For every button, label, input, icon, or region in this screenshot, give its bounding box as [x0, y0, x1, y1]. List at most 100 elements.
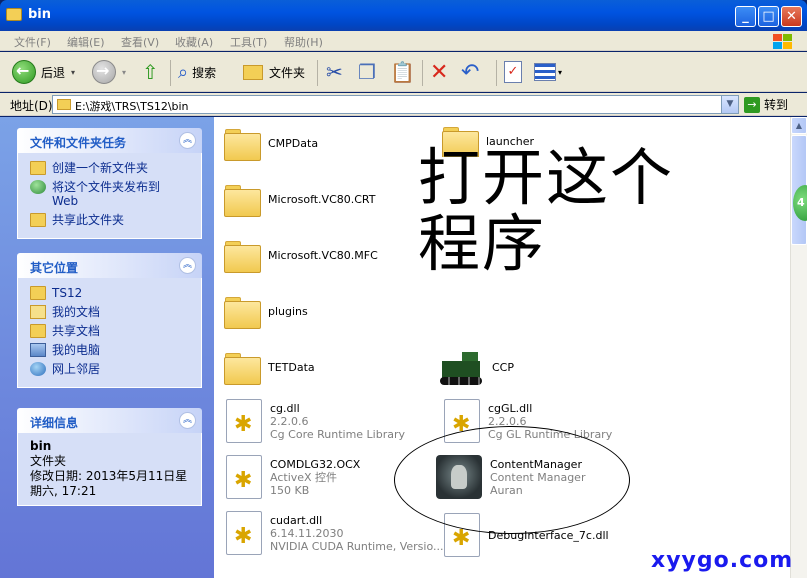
file-description: Cg Core Runtime Library: [270, 427, 406, 441]
file-list: CMPData launcher Microsoft.VC80.CRT Micr…: [214, 117, 790, 578]
file-version: 6.14.11.2030: [270, 526, 344, 540]
search-label: 搜索: [192, 65, 217, 80]
up-arrow-icon: ⇧: [142, 60, 159, 84]
annotation-text: 打开这个 程序: [418, 145, 674, 277]
task-label: 将这个文件夹发布到 Web: [52, 180, 161, 208]
my-documents-icon: [30, 305, 46, 319]
collapse-chevron-icon[interactable]: ︽: [179, 257, 196, 274]
toolbar-divider: [496, 60, 497, 86]
details-panel: 详细信息 ︽ bin 文件夹 修改日期: 2013年5月11日星期六, 17:2…: [17, 408, 202, 506]
folder-icon: [243, 64, 263, 80]
views-button[interactable]: ▾: [534, 58, 562, 86]
place-my-computer[interactable]: 我的电脑: [30, 343, 201, 357]
back-button[interactable]: ← 后退 ▾: [12, 58, 75, 86]
window-title: bin: [28, 7, 52, 22]
menu-favorites[interactable]: 收藏(A): [175, 34, 213, 50]
list-item[interactable]: COMDLG32.OCX ActiveX 控件 150 KB: [226, 455, 360, 499]
list-item[interactable]: Microsoft.VC80.MFC: [224, 239, 378, 273]
close-button[interactable]: ✕: [781, 6, 802, 27]
task-new-folder[interactable]: 创建一个新文件夹: [30, 161, 201, 175]
search-button[interactable]: ⌕ 搜索: [178, 58, 216, 86]
paste-icon: 📋: [390, 60, 415, 84]
task-pane: 文件和文件夹任务 ︽ 创建一个新文件夹 将这个文件夹发布到 Web 共享此文件夹…: [0, 117, 214, 578]
collapse-chevron-icon[interactable]: ︽: [179, 412, 196, 429]
minimize-button[interactable]: _: [735, 6, 756, 27]
menu-bar: 文件(F) 编辑(E) 查看(V) 收藏(A) 工具(T) 帮助(H): [0, 31, 807, 51]
place-my-documents[interactable]: 我的文档: [30, 305, 201, 319]
file-tasks-body: 创建一个新文件夹 将这个文件夹发布到 Web 共享此文件夹: [17, 153, 202, 239]
task-publish-web[interactable]: 将这个文件夹发布到 Web: [30, 180, 201, 208]
chevron-down-icon[interactable]: ▾: [122, 68, 126, 77]
toolbar: ← 后退 ▾ → ▾ ⇧ ⌕ 搜索 文件夹 ✂ ❐ 📋 ✕ ↶ ✓ ▾: [0, 52, 807, 92]
file-tasks-header[interactable]: 文件和文件夹任务 ︽: [17, 128, 202, 153]
scroll-up-button[interactable]: ▲: [791, 117, 807, 134]
list-item[interactable]: plugins: [224, 295, 308, 329]
place-label: 我的文档: [52, 305, 101, 319]
folder-icon: [57, 99, 71, 110]
list-item[interactable]: Microsoft.VC80.CRT: [224, 183, 376, 217]
list-item[interactable]: cg.dll 2.2.0.6 Cg Core Runtime Library: [226, 399, 405, 443]
list-item[interactable]: CCP: [438, 347, 514, 387]
place-ts12[interactable]: TS12: [30, 286, 201, 300]
menu-edit[interactable]: 编辑(E): [67, 34, 105, 50]
train-icon: [438, 347, 484, 387]
up-folder-button[interactable]: ⇧: [142, 58, 159, 86]
menu-help[interactable]: 帮助(H): [284, 34, 323, 50]
network-icon: [30, 362, 46, 376]
go-button[interactable]: → 转到: [744, 95, 788, 114]
place-shared-documents[interactable]: 共享文档: [30, 324, 201, 338]
place-network[interactable]: 网上邻居: [30, 362, 201, 376]
toolbar-divider: [170, 60, 171, 86]
file-tasks-title: 文件和文件夹任务: [30, 136, 127, 150]
file-name: plugins: [268, 304, 308, 318]
place-label: TS12: [52, 286, 83, 300]
computer-icon: [30, 343, 46, 357]
folder-icon: [224, 351, 261, 385]
annotation-line-2: 程序: [418, 207, 547, 280]
dll-file-icon: [226, 399, 262, 443]
other-places-panel: 其它位置 ︽ TS12 我的文档 共享文档 我的电脑 网上邻居: [17, 253, 202, 388]
menu-file[interactable]: 文件(F): [14, 34, 51, 50]
place-label: 我的电脑: [52, 343, 101, 357]
toolbar-divider: [317, 60, 318, 86]
list-item[interactable]: CMPData: [224, 127, 318, 161]
undo-button[interactable]: ↶: [461, 58, 479, 86]
back-label: 后退: [41, 65, 66, 80]
file-description: NVIDIA CUDA Runtime, Versio...: [270, 539, 444, 553]
details-header[interactable]: 详细信息 ︽: [17, 408, 202, 433]
publish-web-icon: [30, 180, 46, 194]
folder-icon: [224, 183, 261, 217]
folders-button[interactable]: 文件夹: [243, 58, 305, 86]
details-body: bin 文件夹 修改日期: 2013年5月11日星期六, 17:21: [17, 433, 202, 506]
shared-documents-icon: [30, 324, 46, 338]
delete-button[interactable]: ✕: [430, 58, 448, 86]
copy-button[interactable]: ❐: [358, 58, 376, 86]
folder-icon: [30, 286, 46, 300]
forward-button[interactable]: → ▾: [92, 58, 126, 86]
properties-button[interactable]: ✓: [504, 58, 522, 86]
other-places-header[interactable]: 其它位置 ︽: [17, 253, 202, 278]
details-type: 文件夹: [30, 454, 67, 468]
maximize-button[interactable]: □: [758, 6, 779, 27]
folder-icon: [224, 127, 261, 161]
chevron-down-icon[interactable]: ▾: [71, 68, 75, 77]
paste-button[interactable]: 📋: [390, 58, 415, 86]
folder-icon: [224, 295, 261, 329]
folder-icon: [6, 8, 22, 21]
menu-view[interactable]: 查看(V): [121, 34, 159, 50]
chevron-down-icon[interactable]: ▾: [558, 68, 562, 77]
collapse-chevron-icon[interactable]: ︽: [179, 132, 196, 149]
task-share-folder[interactable]: 共享此文件夹: [30, 213, 201, 227]
details-modified: 修改日期: 2013年5月11日星期六, 17:21: [30, 469, 188, 498]
address-input[interactable]: E:\游戏\TRS\TS12\bin ▼: [52, 95, 739, 114]
folder-icon: [224, 239, 261, 273]
menu-tools[interactable]: 工具(T): [230, 34, 267, 50]
task-label: 创建一个新文件夹: [52, 161, 149, 175]
cut-button[interactable]: ✂: [326, 58, 343, 86]
task-label: 共享此文件夹: [52, 213, 125, 227]
list-item[interactable]: TETData: [224, 351, 315, 385]
undo-icon: ↶: [461, 59, 480, 85]
file-name: Microsoft.VC80.MFC: [268, 248, 378, 262]
list-item[interactable]: cudart.dll 6.14.11.2030 NVIDIA CUDA Runt…: [226, 511, 443, 555]
address-dropdown-button[interactable]: ▼: [721, 96, 738, 113]
